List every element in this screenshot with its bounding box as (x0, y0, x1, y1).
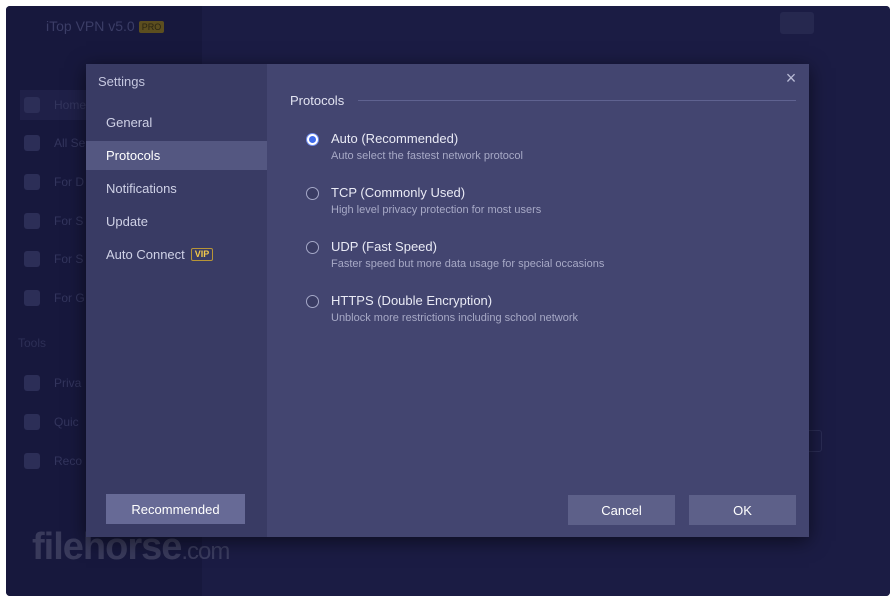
section-divider (358, 100, 796, 101)
sidebar-item-label: Notifications (106, 181, 177, 196)
settings-dialog: Settings General Protocols Notifications… (86, 64, 809, 537)
recommended-button[interactable]: Recommended (106, 494, 245, 524)
globe-icon (24, 135, 40, 151)
sidebar-item-notifications[interactable]: Notifications (86, 174, 267, 203)
gamepad-icon (24, 290, 40, 306)
radio-button[interactable] (306, 187, 319, 200)
radio-button[interactable] (306, 295, 319, 308)
background-tools-label: Tools (18, 336, 47, 350)
protocols-section-header: Protocols (290, 93, 796, 108)
sidebar-item-label: General (106, 115, 153, 130)
option-label: HTTPS (Double Encryption) (331, 293, 493, 308)
option-description: Auto select the fastest network protocol (331, 150, 523, 162)
sidebar-item-general[interactable]: General (86, 108, 267, 137)
link-icon (24, 414, 40, 430)
pro-badge: PRO (138, 21, 165, 34)
settings-sidebar: Settings General Protocols Notifications… (86, 64, 267, 537)
radio-button[interactable] (306, 133, 319, 146)
cancel-button[interactable]: Cancel (568, 495, 675, 525)
sidebar-item-label: Update (106, 214, 148, 229)
dialog-title: Settings (98, 74, 145, 89)
download-icon (24, 174, 40, 190)
background-app-title: iTop VPN v5.0 PRO (46, 18, 165, 34)
sidebar-item-label: Protocols (106, 148, 161, 163)
option-label: UDP (Fast Speed) (331, 239, 437, 254)
sidebar-item-auto-connect[interactable]: Auto Connect VIP (86, 240, 267, 269)
vip-badge: VIP (190, 248, 214, 261)
radio-button[interactable] (306, 241, 319, 254)
menu-icon (780, 12, 814, 34)
option-description: High level privacy protection for most u… (331, 204, 542, 216)
close-icon[interactable]: × (783, 69, 799, 87)
home-icon (24, 97, 40, 113)
social-icon (24, 251, 40, 267)
option-description: Faster speed but more data usage for spe… (331, 258, 605, 270)
grid-icon (24, 453, 40, 469)
play-icon (24, 213, 40, 229)
sidebar-item-update[interactable]: Update (86, 207, 267, 236)
option-description: Unblock more restrictions including scho… (331, 312, 578, 324)
privacy-icon (24, 375, 40, 391)
sidebar-item-protocols[interactable]: Protocols (86, 141, 267, 170)
sidebar-item-label: Auto Connect (106, 247, 185, 262)
section-title: Protocols (290, 93, 345, 108)
option-label: TCP (Commonly Used) (331, 185, 466, 200)
option-label: Auto (Recommended) (331, 131, 459, 146)
ok-button[interactable]: OK (689, 495, 796, 525)
